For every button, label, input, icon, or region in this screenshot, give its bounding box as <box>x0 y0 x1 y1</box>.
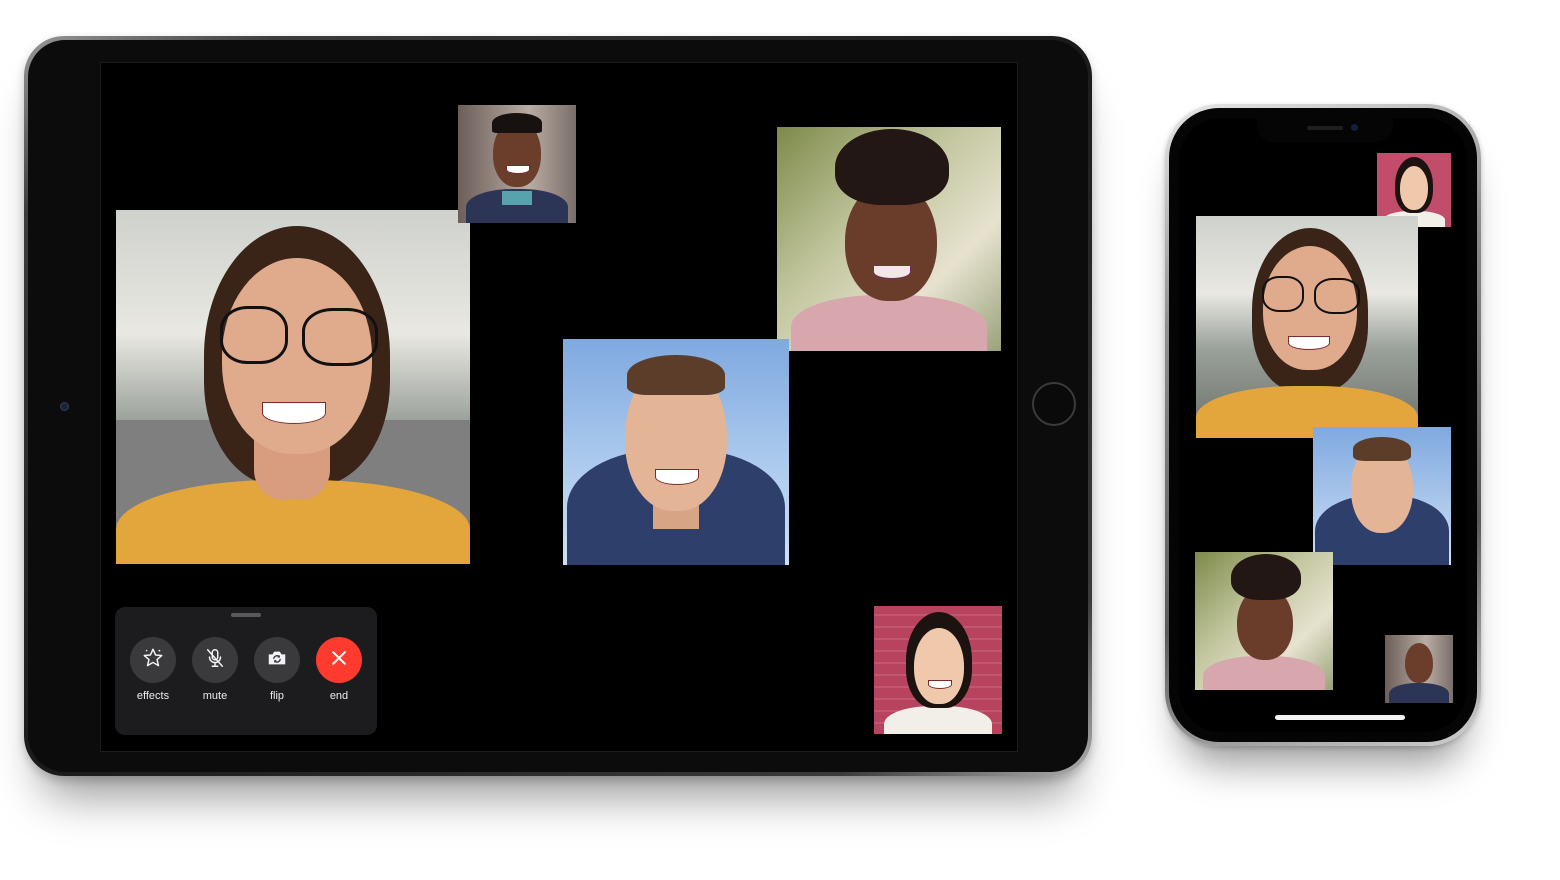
participant-tile-woman-glasses[interactable] <box>1196 216 1418 438</box>
participant-tile-woman-glasses[interactable] <box>116 210 470 564</box>
ipad-device: effects mute flip end <box>24 36 1092 776</box>
speaker-grille <box>1307 126 1343 130</box>
glasses <box>1262 276 1304 312</box>
smile <box>262 402 326 424</box>
home-indicator[interactable] <box>1275 715 1405 720</box>
ipad-screen: effects mute flip end <box>100 62 1018 752</box>
microphone-slash-icon <box>204 647 226 674</box>
shirt <box>884 706 992 734</box>
ipad-camera <box>60 402 69 411</box>
participant-tile-woman-curly[interactable] <box>777 127 1001 351</box>
panel-drag-handle[interactable] <box>231 613 261 617</box>
call-controls-panel: effects mute flip end <box>115 607 377 735</box>
front-camera <box>1351 124 1358 131</box>
mute-button[interactable] <box>192 637 238 683</box>
hair <box>627 355 725 395</box>
notch <box>1257 118 1393 142</box>
effects-button[interactable] <box>130 637 176 683</box>
camera-flip-icon <box>266 647 288 674</box>
shirt <box>1389 683 1449 703</box>
close-icon <box>329 648 349 673</box>
hair <box>1353 437 1411 461</box>
smile <box>873 265 911 279</box>
flip-label: flip <box>269 690 285 702</box>
shirt <box>1203 656 1325 690</box>
flip-button[interactable] <box>254 637 300 683</box>
face <box>1405 643 1433 683</box>
shirt <box>791 295 987 351</box>
end-label: end <box>329 690 349 702</box>
participant-tile-man-dark-top[interactable] <box>458 105 576 223</box>
glasses <box>220 306 288 364</box>
smile <box>928 680 952 689</box>
smile <box>655 469 699 485</box>
hair <box>835 129 949 205</box>
face <box>914 628 964 704</box>
iphone-body <box>1169 108 1477 742</box>
face <box>1400 166 1428 210</box>
flip-control: flip <box>247 637 307 702</box>
star-icon <box>142 647 164 674</box>
smile <box>506 165 530 174</box>
hair <box>492 113 542 133</box>
collar <box>502 191 532 205</box>
effects-label: effects <box>136 690 170 702</box>
glasses <box>1314 278 1360 314</box>
effects-control: effects <box>123 637 183 702</box>
end-call-button[interactable] <box>316 637 362 683</box>
participant-tile-woman-curly[interactable] <box>1195 552 1333 690</box>
mute-control: mute <box>185 637 245 702</box>
ipad-home-button[interactable] <box>1032 382 1076 426</box>
iphone-screen <box>1179 118 1467 732</box>
participant-tile-young-man[interactable] <box>563 339 789 565</box>
mute-label: mute <box>202 690 228 702</box>
smile <box>1288 336 1330 350</box>
iphone-device <box>1165 104 1481 746</box>
participant-tile-man-dark-top[interactable] <box>1385 635 1453 703</box>
participant-tile-woman-pink[interactable] <box>874 606 1002 734</box>
end-control: end <box>309 637 369 702</box>
hair <box>1231 554 1301 600</box>
glasses <box>302 308 378 366</box>
participant-tile-young-man[interactable] <box>1313 427 1451 565</box>
